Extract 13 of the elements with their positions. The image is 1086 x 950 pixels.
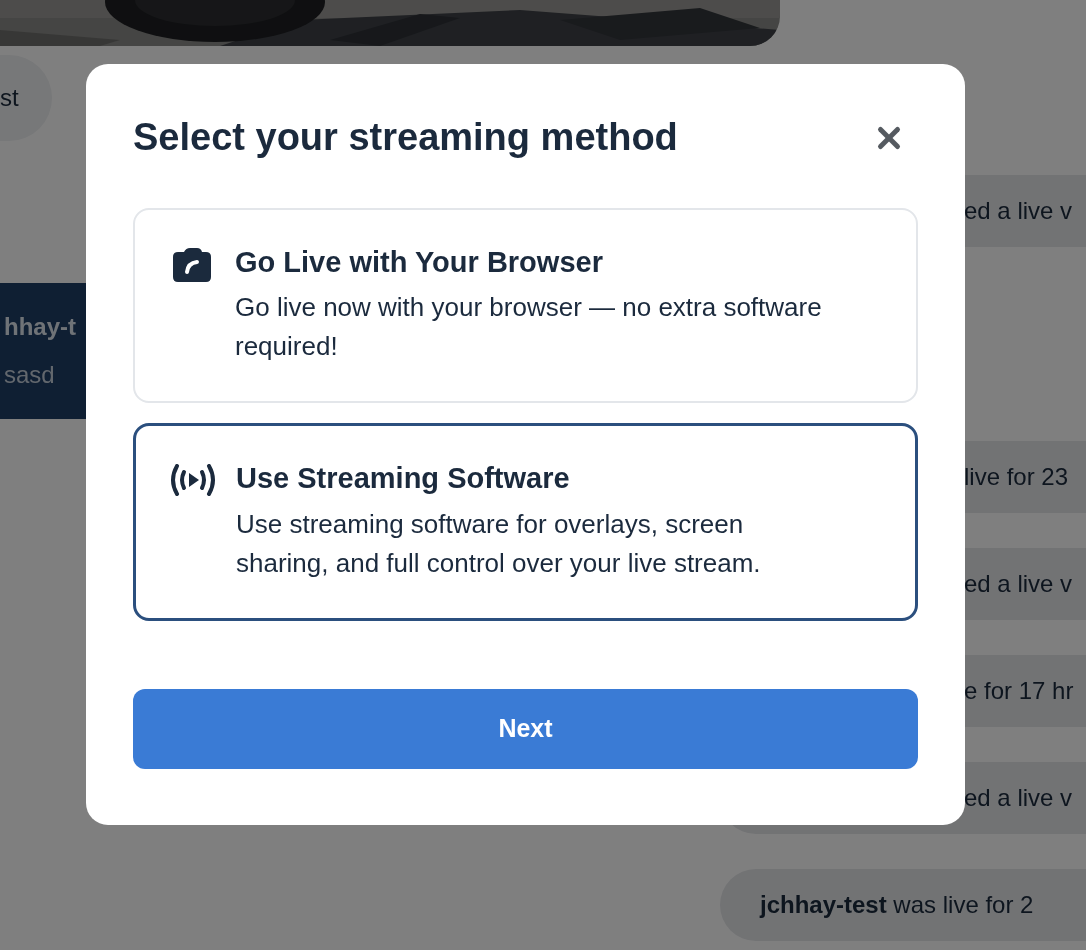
next-button[interactable]: Next [133,688,918,769]
option-description: Go live now with your browser — no extra software required! [235,291,823,364]
author-name: hhay-t [4,312,77,342]
camera-icon [173,247,211,282]
message-text: sasd [4,360,56,390]
dialog-title: Select your streaming method [133,115,678,160]
chip: st [0,55,52,141]
method-option[interactable]: Go Live with Your Browser Go live now with your browser — no extra software required! [133,207,918,403]
activity-item: jchhay-test was live for 2 [720,869,1086,941]
option-title: Go Live with Your Browser [235,244,604,280]
broadcast-icon [169,464,217,497]
method-option[interactable]: Use Streaming Software Use streaming software for overlays, screen sharing, and full control over your live stream. [133,422,918,621]
option-title: Use Streaming Software [236,461,571,497]
